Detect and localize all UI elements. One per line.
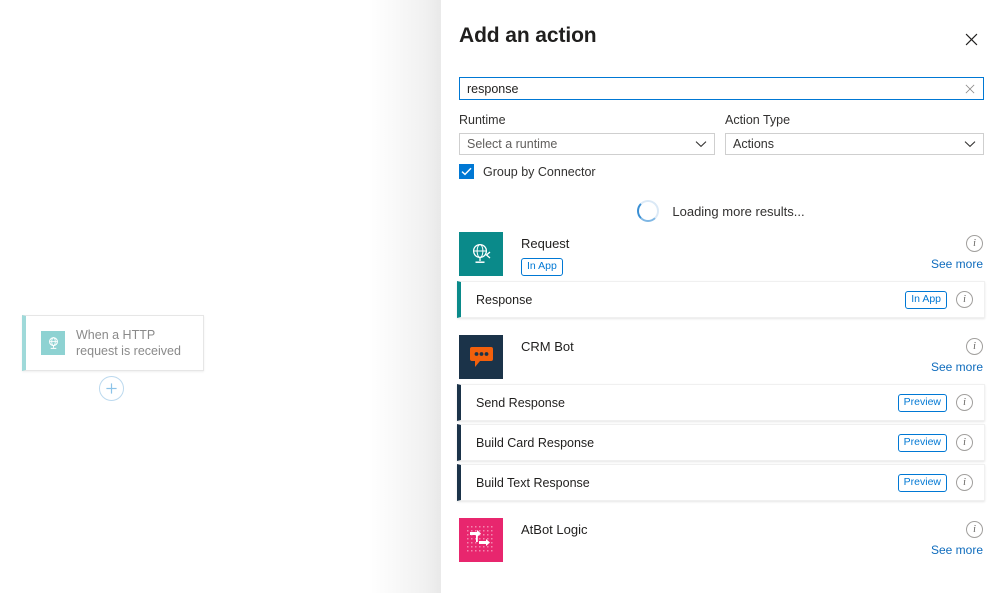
status-badge: In App — [905, 290, 947, 309]
plus-icon — [106, 383, 117, 394]
search-box[interactable] — [459, 77, 984, 100]
action-list-item[interactable]: Send Response Preview i — [457, 384, 985, 421]
group-by-connector-label: Group by Connector — [483, 164, 596, 179]
connector-group-header[interactable]: AtBot Logic i See more — [459, 518, 983, 564]
action-list-item[interactable]: Response In App i — [457, 281, 985, 318]
connector-group-header[interactable]: CRM Bot i See more — [459, 335, 983, 381]
connector-info-wrap: i — [966, 338, 983, 355]
chevron-down-icon — [957, 140, 983, 148]
action-name: Build Card Response — [476, 435, 595, 450]
action-row-meta: Preview i — [897, 433, 973, 452]
chevron-down-icon — [688, 140, 714, 148]
runtime-value: Select a runtime — [467, 137, 558, 151]
runtime-label: Runtime — [459, 113, 506, 127]
action-list-item[interactable]: Build Text Response Preview i — [457, 464, 985, 501]
atbot-logic-icon — [459, 518, 503, 562]
see-more-link[interactable]: See more — [931, 543, 983, 557]
loading-text: Loading more results... — [672, 203, 805, 219]
clear-icon[interactable] — [957, 78, 983, 99]
connector-info-wrap: i — [966, 235, 983, 252]
panel-header: Add an action — [441, 0, 1000, 70]
action-row-meta: In App i — [905, 290, 973, 309]
panel-drop-shadow — [370, 0, 440, 593]
action-type-value: Actions — [733, 137, 774, 151]
results-list: Request In App i See more Response In App i CRM… — [441, 232, 1000, 564]
globe-request-icon — [459, 232, 503, 276]
flow-trigger-label: When a HTTP request is received — [76, 328, 181, 358]
connector-info-wrap: i — [966, 521, 983, 538]
checkmark-icon — [461, 167, 472, 176]
group-by-connector-row[interactable]: Group by Connector — [459, 164, 596, 179]
connector-name: Request — [521, 236, 570, 251]
action-row-meta: Preview i — [897, 393, 973, 412]
status-badge: Preview — [897, 393, 947, 412]
action-name: Response — [476, 292, 533, 307]
info-icon[interactable]: i — [966, 521, 983, 538]
http-request-icon — [41, 331, 65, 355]
info-icon[interactable]: i — [956, 394, 973, 411]
connector-name: AtBot Logic — [521, 522, 588, 537]
see-more-link[interactable]: See more — [931, 360, 983, 374]
action-name: Send Response — [476, 395, 565, 410]
status-badge: Preview — [897, 473, 947, 492]
add-action-panel: Add an action Runtime Select a runtime — [440, 0, 1000, 593]
search-input[interactable] — [460, 78, 957, 99]
info-icon[interactable]: i — [956, 474, 973, 491]
connector-badge: In App — [521, 256, 563, 276]
flow-trigger-node[interactable]: When a HTTP request is received — [22, 315, 204, 371]
add-step-button[interactable] — [99, 376, 124, 401]
info-icon[interactable]: i — [966, 235, 983, 252]
close-icon[interactable] — [958, 26, 984, 52]
status-badge: In App — [521, 258, 563, 276]
app-root: When a HTTP request is received Add an a… — [0, 0, 1000, 593]
group-by-connector-checkbox[interactable] — [459, 164, 474, 179]
status-badge: Preview — [897, 433, 947, 452]
connector-name: CRM Bot — [521, 339, 574, 354]
spinner-icon — [637, 200, 660, 222]
action-name: Build Text Response — [476, 475, 590, 490]
loading-indicator: Loading more results... — [441, 200, 1000, 222]
action-list-item[interactable]: Build Card Response Preview i — [457, 424, 985, 461]
see-more-link[interactable]: See more — [931, 257, 983, 271]
info-icon[interactable]: i — [966, 338, 983, 355]
action-type-select[interactable]: Actions — [725, 133, 984, 155]
connector-group-header[interactable]: Request In App i See more — [459, 232, 983, 278]
info-icon[interactable]: i — [956, 291, 973, 308]
runtime-select[interactable]: Select a runtime — [459, 133, 715, 155]
flow-canvas: When a HTTP request is received — [0, 0, 440, 593]
info-icon[interactable]: i — [956, 434, 973, 451]
chat-bubble-icon — [459, 335, 503, 379]
page-title: Add an action — [459, 24, 597, 47]
action-type-label: Action Type — [725, 113, 791, 127]
action-row-meta: Preview i — [897, 473, 973, 492]
